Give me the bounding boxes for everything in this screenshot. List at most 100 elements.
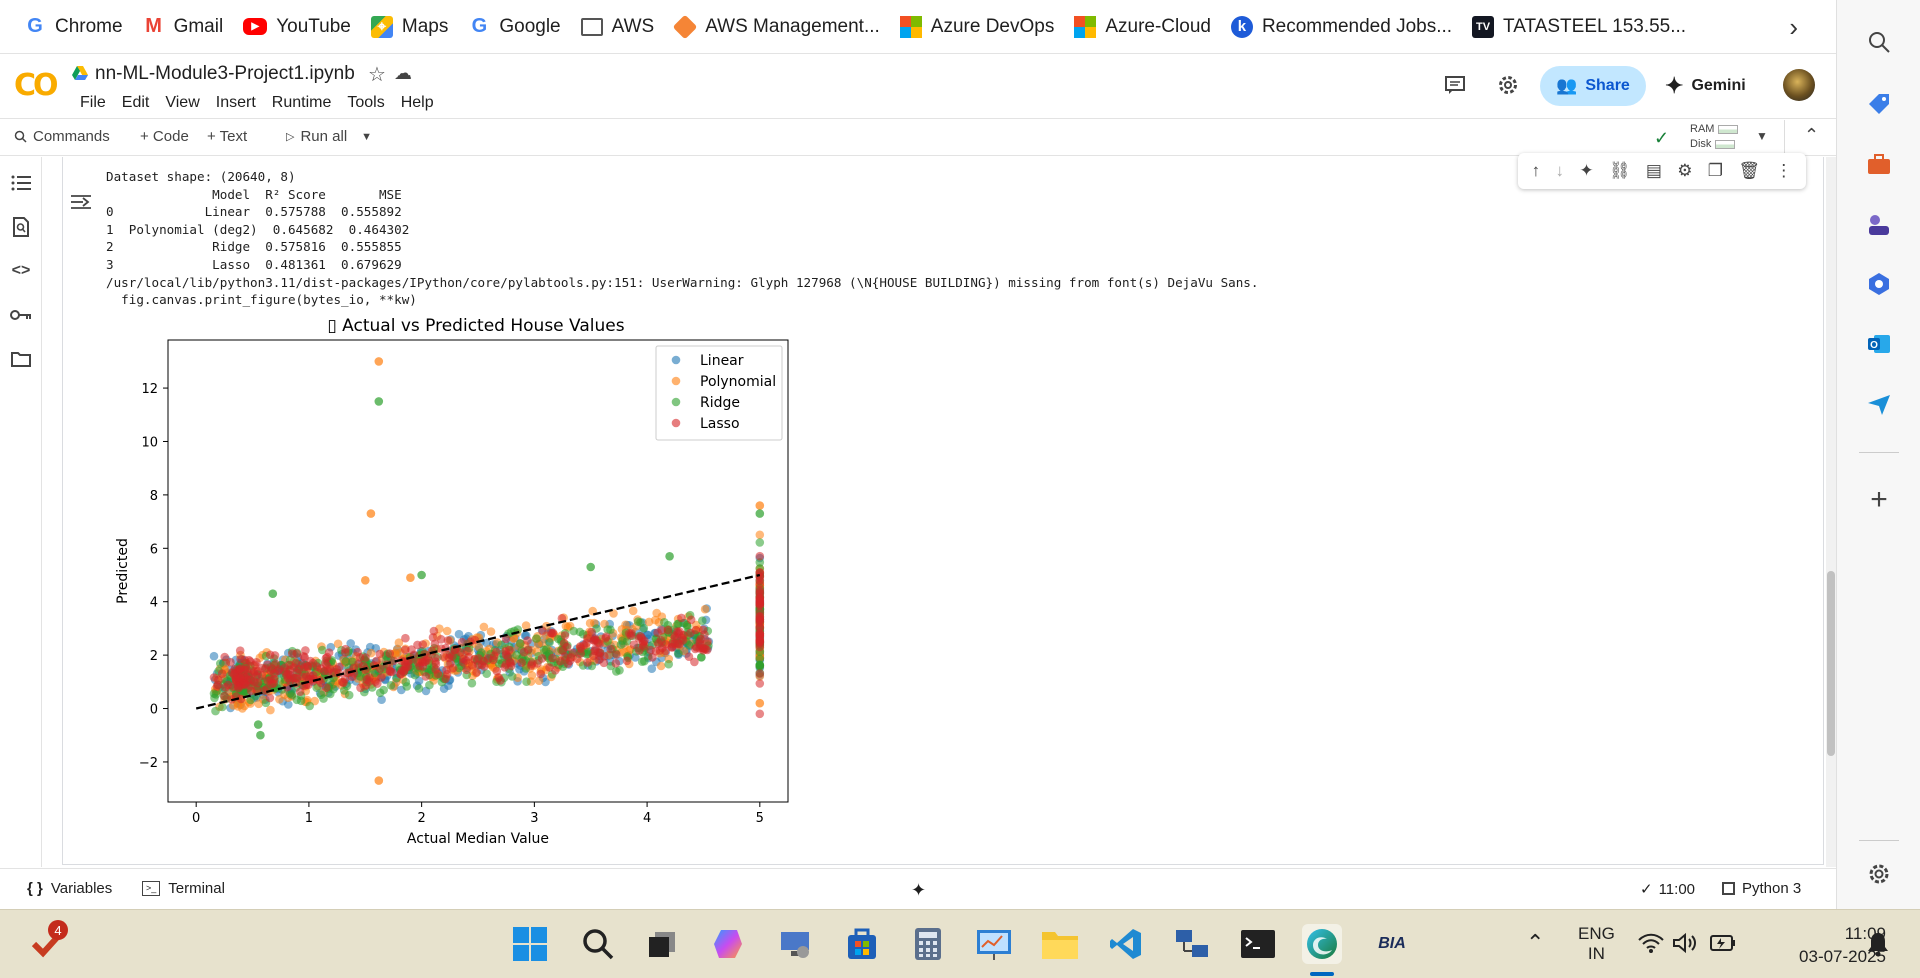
bookmark-aws-management[interactable]: AWS Management... [664,7,890,47]
run-all-button[interactable]: ▷ Run all ▼ [286,128,372,145]
bookmark-youtube[interactable]: ▶ YouTube [233,7,361,47]
menu-view[interactable]: View [157,94,207,112]
output-line: 0 Linear 0.575788 0.555892 [106,204,402,220]
output-warning-line: /usr/local/lib/python3.11/dist-packages/… [106,274,1259,290]
more-vert-icon[interactable]: ⋮ [1775,161,1792,181]
windows-start-icon[interactable] [510,924,550,964]
bookmark-recommended-jobs[interactable]: k Recommended Jobs... [1221,7,1462,47]
language-indicator[interactable]: ENG IN [1578,924,1615,964]
copilot-icon[interactable] [1859,264,1899,304]
outlier-point [586,562,595,572]
search-icon[interactable] [1859,22,1899,62]
variables-button[interactable]: { } Variables [27,880,112,897]
people-icon: 👥 [1556,76,1578,95]
data-point [501,647,510,656]
bookmark-chrome[interactable]: G Chrome [14,7,133,47]
shopping-tag-icon[interactable] [1859,84,1899,124]
sparkle-icon[interactable]: ✦ [911,880,926,901]
chevron-right-icon[interactable]: › [1789,12,1798,43]
edge-browser-icon[interactable] [1302,924,1342,964]
battery-icon[interactable] [1710,934,1736,957]
add-icon[interactable]: + [1859,480,1899,520]
data-point [353,647,362,657]
settings-gear-icon[interactable]: ⚙ [1677,161,1692,181]
key-icon[interactable] [9,303,33,327]
table-of-contents-icon[interactable] [9,171,33,195]
chevron-up-icon[interactable]: ⌃ [1804,125,1819,146]
sparkle-icon[interactable]: ✦ [1579,161,1593,181]
search-icon[interactable] [578,924,618,964]
add-text-button[interactable]: + Text [207,128,247,145]
scrollbar-track[interactable] [1826,157,1836,867]
delete-icon[interactable]: 🗑 [1738,161,1760,181]
mirror-cell-icon[interactable]: ❐ [1708,161,1723,181]
bookmark-label: Google [499,15,561,37]
file-explorer-icon[interactable] [1040,924,1080,964]
gemini-button[interactable]: ✦ Gemini [1665,66,1746,106]
comments-icon[interactable] [1444,74,1466,101]
kernel-status[interactable]: Python 3 [1722,880,1801,897]
bookmark-maps[interactable]: ⌖ Maps [361,7,458,47]
bookmark-azure-devops[interactable]: Azure DevOps [890,7,1065,47]
move-down-icon[interactable]: ↓ [1555,161,1564,181]
data-point [633,617,643,626]
data-point [606,644,615,654]
send-icon[interactable] [1859,384,1899,424]
settings-gear-icon[interactable] [1859,854,1899,894]
terminal-app-icon[interactable] [1238,924,1278,964]
bookmark-folder-aws[interactable]: AWS [571,7,665,47]
bookmark-gmail[interactable]: M Gmail [133,7,234,47]
chevron-up-icon[interactable]: ⌃ [1526,930,1544,956]
network-manager-icon[interactable] [1172,924,1212,964]
data-point [270,651,280,660]
menu-tools[interactable]: Tools [339,94,392,112]
output-toggle-icon[interactable] [70,193,92,216]
code-snippets-icon[interactable]: <> [9,259,33,283]
data-point [638,640,647,649]
outlook-icon[interactable]: O [1859,324,1899,364]
presentation-icon[interactable] [974,924,1014,964]
games-icon[interactable] [1859,204,1899,244]
avatar[interactable] [1783,69,1815,101]
link-icon[interactable]: ⛓ [1609,161,1631,181]
commands-button[interactable]: Commands [14,128,110,145]
dropdown-caret-icon[interactable]: ▼ [1756,129,1768,143]
notebook-title[interactable]: nn-ML-Module3-Project1.ipynb [95,63,355,85]
folder-icon[interactable] [9,347,33,371]
menu-edit[interactable]: Edit [114,94,158,112]
bookmark-google[interactable]: G Google [458,7,570,47]
add-code-button[interactable]: + Code [140,128,189,145]
find-replace-icon[interactable] [9,215,33,239]
remote-desktop-icon[interactable] [775,924,815,964]
resource-meter[interactable]: RAM Disk [1690,122,1739,152]
share-button[interactable]: 👥 Share [1540,66,1646,106]
cloud-icon[interactable]: ☁ [394,63,412,84]
execution-status[interactable]: ✓ 11:00 [1640,880,1695,899]
vscode-icon[interactable] [1106,924,1146,964]
menu-runtime[interactable]: Runtime [264,94,340,112]
menu-insert[interactable]: Insert [208,94,264,112]
copilot-icon[interactable] [708,924,748,964]
move-up-icon[interactable]: ↑ [1532,161,1541,181]
comment-icon[interactable]: ▤ [1646,161,1662,181]
notifications-icon[interactable] [1866,931,1890,962]
bookmark-azure-cloud[interactable]: Azure-Cloud [1064,7,1221,47]
star-icon[interactable]: ☆ [368,62,386,87]
scrollbar-thumb[interactable] [1827,571,1835,756]
menu-file[interactable]: File [72,94,114,112]
wifi-icon[interactable] [1638,932,1664,959]
volume-icon[interactable] [1672,932,1698,959]
task-view-icon[interactable] [642,924,682,964]
bia-app-icon[interactable]: BIA [1372,924,1412,964]
dropdown-caret-icon[interactable]: ▼ [361,131,372,143]
settings-gear-icon[interactable] [1497,74,1519,101]
outlier-point [253,720,263,729]
menu-help[interactable]: Help [393,94,442,112]
store-icon[interactable] [842,924,882,964]
toolbox-icon[interactable] [1859,144,1899,184]
colab-logo[interactable]: CO [14,68,58,103]
calculator-icon[interactable] [908,924,948,964]
terminal-button[interactable]: >_ Terminal [142,880,225,897]
ram-label: RAM [1690,123,1715,135]
bookmark-tatasteel[interactable]: TV TATASTEEL 153.55... [1462,7,1696,47]
